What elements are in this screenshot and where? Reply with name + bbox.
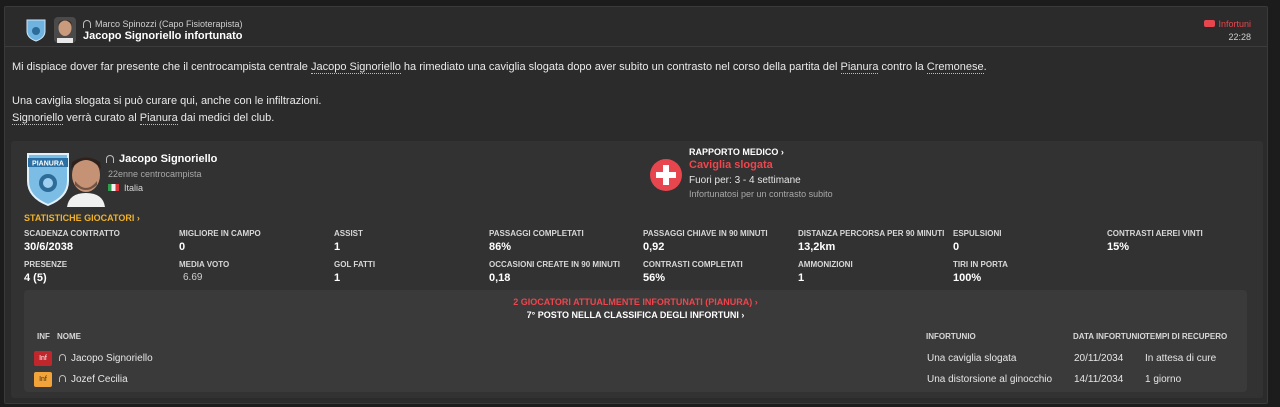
player-name[interactable]: Jacopo Signoriello (106, 153, 217, 165)
club-link[interactable]: Pianura (840, 61, 879, 74)
message-line-1: Mi dispiace dover far presente che il ce… (12, 61, 987, 74)
player-nationality: Italia (108, 183, 143, 193)
column-header-recovery[interactable]: TEMPI DI RECUPERO (1145, 332, 1227, 341)
recovery-cell: 1 giorno (1145, 374, 1182, 385)
medical-report-link[interactable]: RAPPORTO MEDICO › (689, 147, 784, 157)
message-sender[interactable]: Marco Spinozzi (Capo Fisioterapista) (83, 19, 243, 29)
stat-red-cards: ESPULSIONI 0 (953, 229, 1002, 253)
player-avatar[interactable] (59, 149, 111, 207)
stat-chances-created: OCCASIONI CREATE IN 90 MINUTI 0,18 (489, 260, 620, 284)
stat-key-passes: PASSAGGI CHIAVE IN 90 MINUTI 0,92 (643, 229, 768, 253)
player-name-cell[interactable]: Jacopo Signoriello (59, 353, 153, 364)
message-line-2: Una caviglia slogata si può curare qui, … (12, 95, 322, 107)
italy-flag-icon (108, 184, 119, 191)
injury-ranking-link[interactable]: 7° POSTO NELLA CLASSIFICA DEGLI INFORTUN… (24, 310, 1247, 320)
player-description: 22enne centrocampista (108, 169, 202, 179)
inbox-message-panel: Marco Spinozzi (Capo Fisioterapista) Jac… (4, 6, 1268, 404)
player-stats-link[interactable]: STATISTICHE GIOCATORI › (24, 213, 140, 223)
person-icon (106, 155, 114, 163)
injury-cause: Infortunatosi per un contrasto subito (689, 189, 833, 199)
stat-tackles: CONTRASTI COMPLETATI 56% (643, 260, 743, 284)
stat-contract-expiry: SCADENZA CONTRATTO 30/6/2038 (24, 229, 120, 253)
stat-assists: ASSIST 1 (334, 229, 363, 253)
message-header: Marco Spinozzi (Capo Fisioterapista) Jac… (5, 7, 1267, 47)
injury-duration: Fuori per: 3 - 4 settimane (689, 175, 801, 186)
stat-yellow-cards: AMMONIZIONI 1 (798, 260, 853, 284)
table-row[interactable]: Inf Jozef Cecilia Una distorsione al gin… (24, 370, 1247, 390)
recovery-cell: In attesa di cure (1145, 353, 1217, 364)
stat-distance: DISTANZA PERCORSA PER 90 MINUTI 13,2km (798, 229, 945, 253)
table-row[interactable]: Inf Jacopo Signoriello Una caviglia slog… (24, 349, 1247, 369)
person-icon (59, 354, 66, 361)
person-icon (83, 20, 91, 28)
stat-average-rating: MEDIA VOTO 6.69 (179, 260, 230, 283)
column-header-injury[interactable]: INFORTUNIO (926, 332, 976, 341)
player-link[interactable]: Signoriello (12, 112, 64, 125)
tag-icon (1204, 20, 1216, 27)
injury-cell: Una caviglia slogata (927, 353, 1017, 364)
stat-goals: GOL FATTI 1 (334, 260, 376, 284)
stat-pass-completion: PASSAGGI COMPLETATI 86% (489, 229, 584, 253)
player-link[interactable]: Jacopo Signoriello (310, 61, 401, 74)
message-body: Mi dispiace dover far presente che il ce… (12, 59, 987, 127)
player-name-cell[interactable]: Jozef Cecilia (59, 374, 128, 385)
message-line-3: Signoriello verrà curato al Pianura dai … (12, 112, 275, 125)
column-header-name[interactable]: NOME (57, 332, 81, 341)
injured-players-list: 2 GIOCATORI ATTUALMENTE INFORTUNATI (PIA… (24, 290, 1247, 392)
player-injury-card: PIANURA Jacopo Signoriello 22enne centro… (11, 141, 1263, 398)
message-subject: Jacopo Signoriello infortunato (83, 30, 243, 42)
club-crest-icon[interactable] (25, 18, 47, 42)
date-cell: 14/11/2034 (1074, 374, 1124, 385)
injured-count-link[interactable]: 2 GIOCATORI ATTUALMENTE INFORTUNATI (PIA… (24, 297, 1247, 307)
injury-badge: Inf (34, 372, 52, 387)
stat-player-of-match: MIGLIORE IN CAMPO 0 (179, 229, 261, 253)
column-header-date[interactable]: DATA INFORTUNIO (1073, 332, 1146, 341)
stat-appearances: PRESENZE 4 (5) (24, 260, 68, 284)
message-category[interactable]: Infortuni (1204, 19, 1251, 29)
stat-aerial-won: CONTRASTI AEREI VINTI 15% (1107, 229, 1203, 253)
injury-badge: Inf (34, 351, 52, 366)
opponent-link[interactable]: Cremonese (926, 61, 984, 74)
message-time: 22:28 (1228, 32, 1251, 42)
date-cell: 20/11/2034 (1074, 353, 1124, 364)
person-icon (59, 375, 66, 382)
injury-cell: Una distorsione al ginocchio (927, 374, 1053, 385)
injury-name: Caviglia slogata (689, 159, 773, 171)
stat-shots-on-target: TIRI IN PORTA 100% (953, 260, 1008, 284)
club-link[interactable]: Pianura (139, 112, 178, 125)
column-header-inf[interactable]: INF (37, 332, 50, 341)
sender-avatar[interactable] (54, 17, 76, 43)
medical-cross-icon (650, 159, 682, 191)
